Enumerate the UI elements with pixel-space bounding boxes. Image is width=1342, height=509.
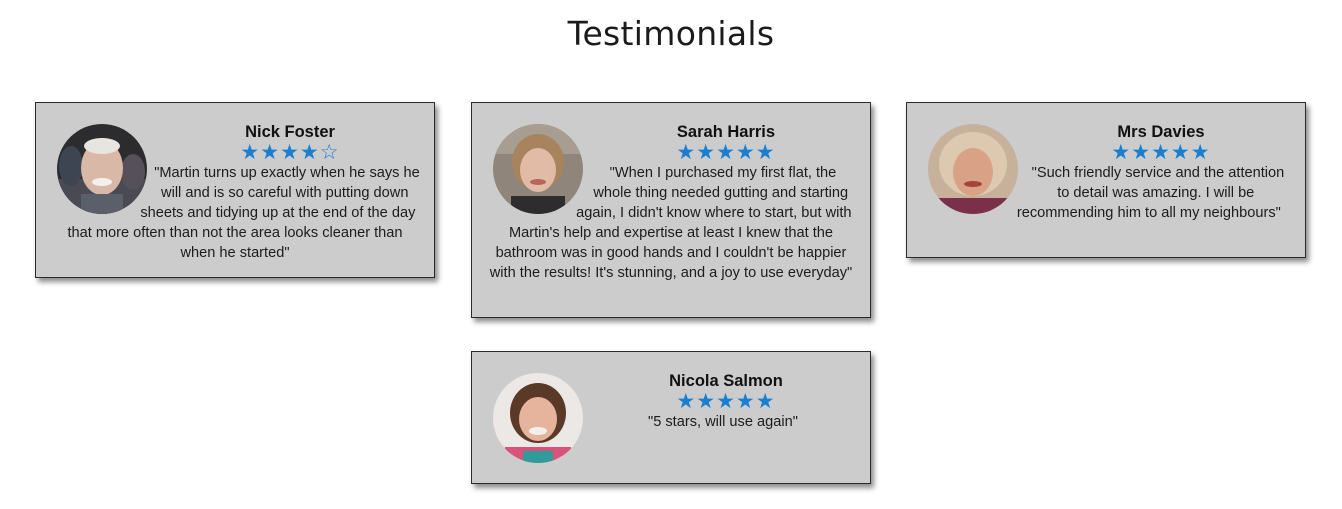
star-filled-icon: ★	[676, 389, 697, 413]
star-rating: ★★★★★	[596, 142, 856, 163]
star-filled-icon: ★	[696, 140, 717, 164]
star-filled-icon: ★	[240, 140, 261, 164]
avatar	[493, 124, 583, 214]
testimonial-card-sarah-harris: Sarah Harris ★★★★★ "When I purchased my …	[471, 102, 871, 318]
page-title: Testimonials	[567, 14, 775, 53]
star-filled-icon: ★	[1170, 140, 1191, 164]
star-filled-icon: ★	[1151, 140, 1171, 164]
avatar-photo-icon	[928, 124, 1018, 214]
star-filled-icon: ★	[299, 140, 320, 164]
star-filled-icon: ★	[735, 389, 756, 413]
avatar-photo-icon	[493, 373, 583, 463]
star-rating: ★★★★★	[596, 391, 856, 412]
testimonial-name: Nicola Salmon	[669, 372, 783, 390]
avatar-photo-icon	[493, 124, 583, 214]
star-filled-icon: ★	[735, 140, 756, 164]
testimonials-page: Testimonials Nick Foster ★★★★☆ "Martin t…	[0, 0, 1342, 509]
star-filled-icon: ★	[280, 140, 300, 164]
star-rating: ★★★★★	[1031, 142, 1291, 163]
avatar	[493, 373, 583, 463]
testimonial-card-nicola-salmon: Nicola Salmon ★★★★★ "5 stars, will use a…	[471, 351, 871, 484]
star-filled-icon: ★	[755, 140, 776, 164]
testimonial-name: Nick Foster	[245, 123, 335, 141]
star-filled-icon: ★	[696, 389, 717, 413]
star-filled-icon: ★	[716, 389, 736, 413]
star-filled-icon: ★	[676, 140, 697, 164]
testimonial-card-nick-foster: Nick Foster ★★★★☆ "Martin turns up exact…	[35, 102, 435, 278]
star-filled-icon: ★	[1190, 140, 1211, 164]
star-filled-icon: ★	[716, 140, 736, 164]
avatar-photo-icon	[57, 124, 147, 214]
avatar	[57, 124, 147, 214]
star-filled-icon: ★	[260, 140, 281, 164]
star-filled-icon: ★	[755, 389, 776, 413]
star-outline-icon: ☆	[319, 140, 340, 164]
star-rating: ★★★★☆	[160, 142, 420, 163]
star-filled-icon: ★	[1131, 140, 1152, 164]
testimonial-card-mrs-davies: Mrs Davies ★★★★★ "Such friendly service …	[906, 102, 1306, 258]
avatar	[928, 124, 1018, 214]
testimonial-name: Sarah Harris	[676, 123, 776, 141]
star-filled-icon: ★	[1111, 140, 1132, 164]
testimonial-name: Mrs Davies	[1117, 123, 1205, 141]
